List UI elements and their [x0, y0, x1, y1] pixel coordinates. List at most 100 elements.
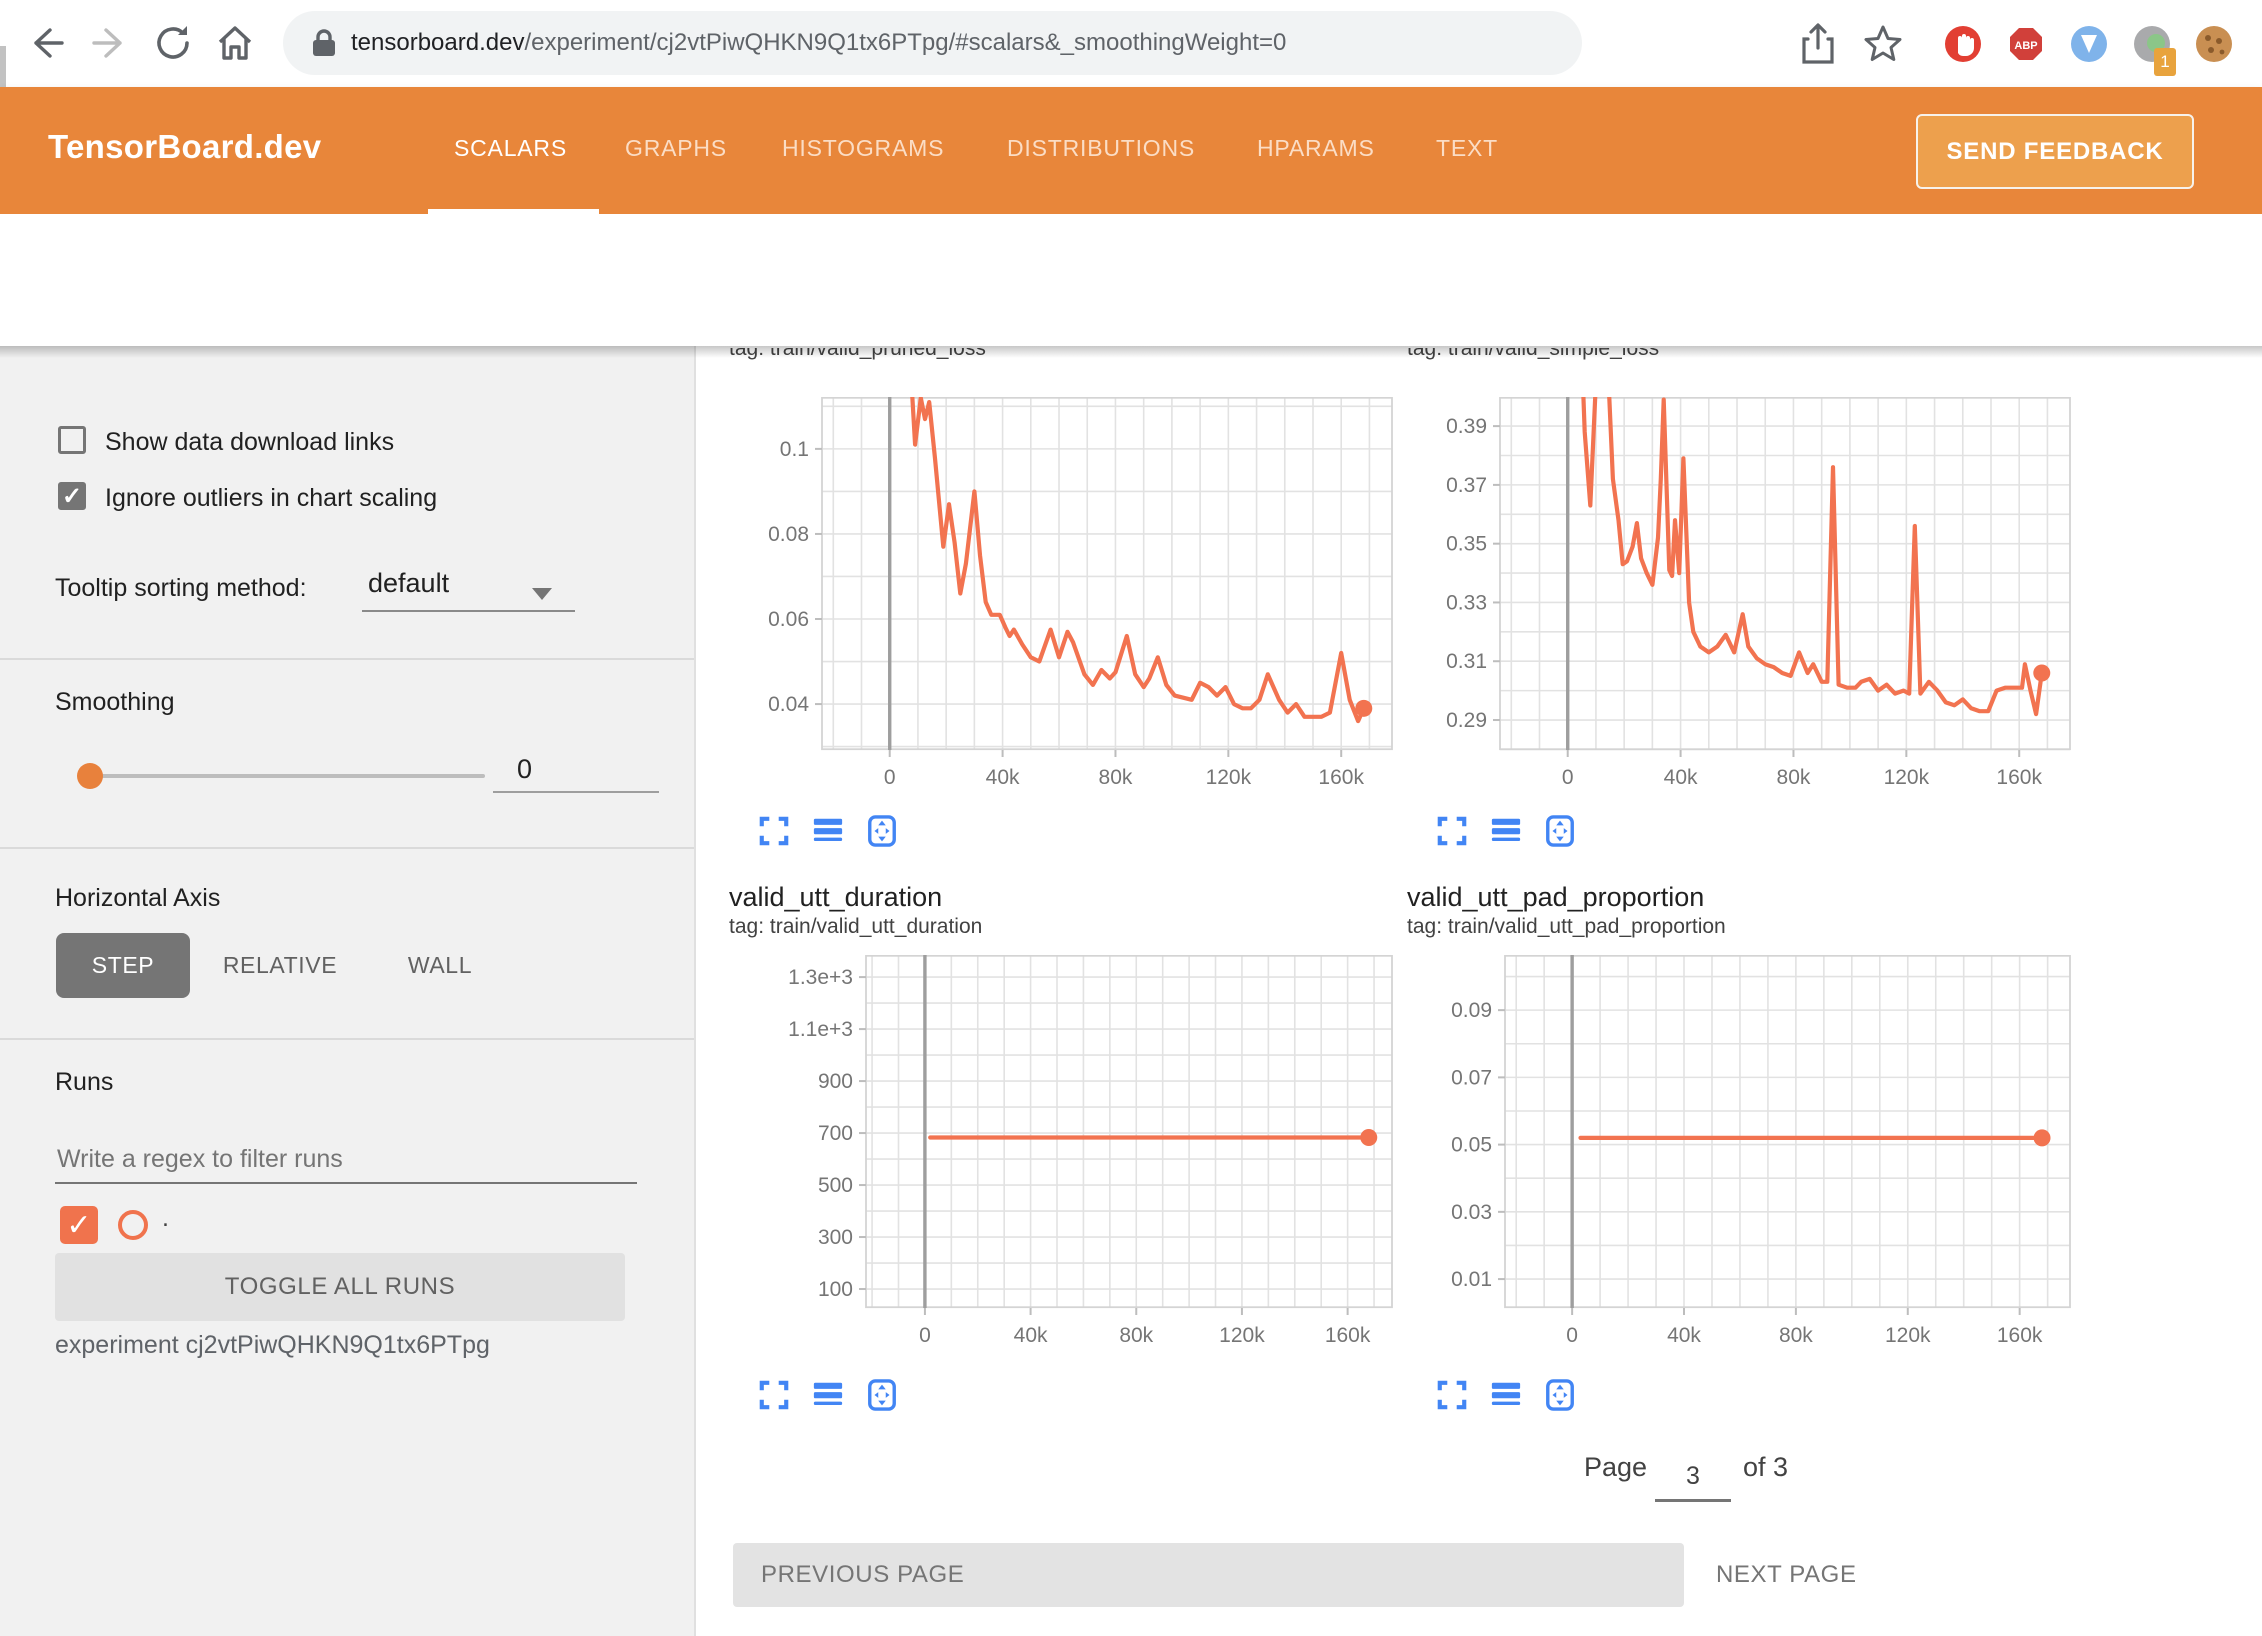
smoothing-value-input[interactable]: 0	[493, 754, 659, 793]
svg-text:0.35: 0.35	[1446, 533, 1487, 556]
page-of-label: of 3	[1743, 1452, 1788, 1483]
sub-band: Crea LSTM transducer training for LibriS…	[0, 214, 2262, 346]
fit-domain-icon[interactable]	[866, 1379, 898, 1411]
home-icon[interactable]	[212, 20, 258, 66]
svg-text:40k: 40k	[1664, 766, 1698, 789]
ignore-outliers-checkbox[interactable]: ✓	[58, 482, 86, 510]
run-color-swatch	[118, 1210, 148, 1240]
svg-text:80k: 80k	[1119, 1324, 1153, 1347]
tab-text[interactable]: TEXT	[1436, 135, 1498, 162]
svg-text:160k: 160k	[1325, 1324, 1371, 1347]
svg-text:700: 700	[818, 1122, 853, 1145]
svg-text:160k: 160k	[1996, 766, 2042, 789]
app-logo: TensorBoard.dev	[48, 128, 321, 166]
chart-valid-utt-duration[interactable]: 1003005007009001.1e+31.3e+3040k80k120k16…	[752, 955, 1402, 1350]
lock-icon	[311, 28, 337, 58]
svg-text:0: 0	[1566, 1324, 1578, 1347]
url-path: /experiment/cj2vtPiwQHKN9Q1tx6PTpg/#scal…	[524, 29, 1286, 56]
back-icon[interactable]	[22, 20, 68, 66]
smoothing-slider-track[interactable]	[88, 774, 485, 778]
forward-icon[interactable]	[88, 20, 134, 66]
run-name: .	[162, 1204, 169, 1233]
tooltip-sorting-select[interactable]: default	[368, 568, 449, 599]
chart-title: valid_utt_pad_proportion	[1407, 882, 1704, 913]
send-feedback-button[interactable]: SEND FEEDBACK	[1916, 114, 2194, 189]
axis-step-button[interactable]: STEP	[56, 933, 190, 998]
data-table-icon[interactable]	[1490, 815, 1522, 847]
horizontal-axis-label: Horizontal Axis	[55, 884, 220, 913]
fit-domain-icon[interactable]	[1544, 815, 1576, 847]
chart-tag: tag: train/valid_utt_duration	[729, 915, 982, 939]
svg-text:0.39: 0.39	[1446, 415, 1487, 438]
svg-text:40k: 40k	[1667, 1324, 1701, 1347]
tab-hparams[interactable]: HPARAMS	[1257, 135, 1375, 162]
svg-text:0.04: 0.04	[768, 693, 809, 716]
svg-text:40k: 40k	[1014, 1324, 1048, 1347]
status-extension-icon[interactable]: 1	[2134, 26, 2170, 62]
svg-text:120k: 120k	[1884, 766, 1930, 789]
svg-text:0: 0	[919, 1324, 931, 1347]
chart-valid-utt-pad-proportion[interactable]: 0.010.030.050.070.09040k80k120k160k	[1430, 955, 2080, 1350]
chart-valid-pruned-loss[interactable]: 0.040.060.080.1040k80k120k160k	[752, 397, 1402, 792]
divider	[0, 1038, 694, 1040]
abp-extension-icon[interactable]: ABP	[2008, 26, 2044, 62]
extension-badge: 1	[2154, 48, 2176, 76]
tab-histograms[interactable]: HISTOGRAMS	[782, 135, 944, 162]
fit-domain-icon[interactable]	[1544, 1379, 1576, 1411]
url-bar[interactable]: tensorboard.dev/experiment/cj2vtPiwQHKN9…	[283, 11, 1582, 75]
run-checkbox[interactable]: ✓	[60, 1206, 98, 1244]
chart-toolbar	[1436, 1379, 1576, 1411]
next-page-button[interactable]: NEXT PAGE	[1716, 1543, 1857, 1607]
page-number-input[interactable]: 3	[1655, 1462, 1731, 1502]
svg-text:1.3e+3: 1.3e+3	[788, 966, 853, 989]
svg-text:0.09: 0.09	[1451, 999, 1492, 1022]
svg-text:0: 0	[1562, 766, 1574, 789]
data-table-icon[interactable]	[1490, 1379, 1522, 1411]
cookie-extension-icon[interactable]	[2196, 26, 2232, 62]
runs-filter-input[interactable]	[55, 1136, 637, 1184]
tooltip-sorting-label: Tooltip sorting method:	[55, 574, 307, 603]
svg-text:0.08: 0.08	[768, 523, 809, 546]
axis-wall-button[interactable]: WALL	[385, 933, 495, 998]
chart-tag: tag: train/valid_utt_pad_proportion	[1407, 915, 1726, 939]
show-download-links-label: Show data download links	[105, 428, 394, 457]
svg-text:0.31: 0.31	[1446, 650, 1487, 673]
tab-scalars[interactable]: SCALARS	[454, 135, 567, 162]
url-host: tensorboard.dev	[351, 29, 524, 56]
chart-tag-clipped: tag: train/valid_pruned_loss	[729, 348, 1289, 365]
fullscreen-icon[interactable]	[1436, 815, 1468, 847]
fullscreen-icon[interactable]	[758, 1379, 790, 1411]
svg-text:0.03: 0.03	[1451, 1201, 1492, 1224]
toggle-all-runs-button[interactable]: TOGGLE ALL RUNS	[55, 1253, 625, 1321]
smoothing-slider-knob[interactable]	[77, 763, 103, 789]
svg-text:100: 100	[818, 1278, 853, 1301]
previous-page-button[interactable]: PREVIOUS PAGE	[733, 1543, 1684, 1607]
svg-text:1.1e+3: 1.1e+3	[788, 1018, 853, 1041]
chart-valid-simple-loss[interactable]: 0.290.310.330.350.370.39040k80k120k160k	[1430, 397, 2080, 792]
svg-text:500: 500	[818, 1174, 853, 1197]
runs-label: Runs	[55, 1068, 113, 1097]
show-download-links-checkbox[interactable]	[58, 426, 86, 454]
fullscreen-icon[interactable]	[1436, 1379, 1468, 1411]
chart-toolbar	[758, 815, 898, 847]
v-extension-icon[interactable]	[2071, 26, 2107, 62]
data-table-icon[interactable]	[812, 1379, 844, 1411]
fit-domain-icon[interactable]	[866, 815, 898, 847]
reload-icon[interactable]	[150, 20, 196, 66]
chart-toolbar	[1436, 815, 1576, 847]
share-icon[interactable]	[1798, 22, 1838, 66]
fullscreen-icon[interactable]	[758, 815, 790, 847]
divider	[0, 658, 694, 660]
browser-toolbar: tensorboard.dev/experiment/cj2vtPiwQHKN9…	[0, 0, 2262, 87]
bookmark-star-icon[interactable]	[1862, 22, 1904, 66]
svg-text:0.37: 0.37	[1446, 474, 1487, 497]
tab-graphs[interactable]: GRAPHS	[625, 135, 727, 162]
axis-relative-button[interactable]: RELATIVE	[210, 933, 350, 998]
data-table-icon[interactable]	[812, 815, 844, 847]
svg-text:120k: 120k	[1219, 1324, 1265, 1347]
svg-text:120k: 120k	[1206, 766, 1252, 789]
chevron-down-icon[interactable]	[532, 588, 552, 600]
tab-distributions[interactable]: DISTRIBUTIONS	[1007, 135, 1195, 162]
app-header: TensorBoard.dev SCALARS GRAPHS HISTOGRAM…	[0, 87, 2262, 214]
stop-hand-extension-icon[interactable]	[1945, 26, 1981, 62]
